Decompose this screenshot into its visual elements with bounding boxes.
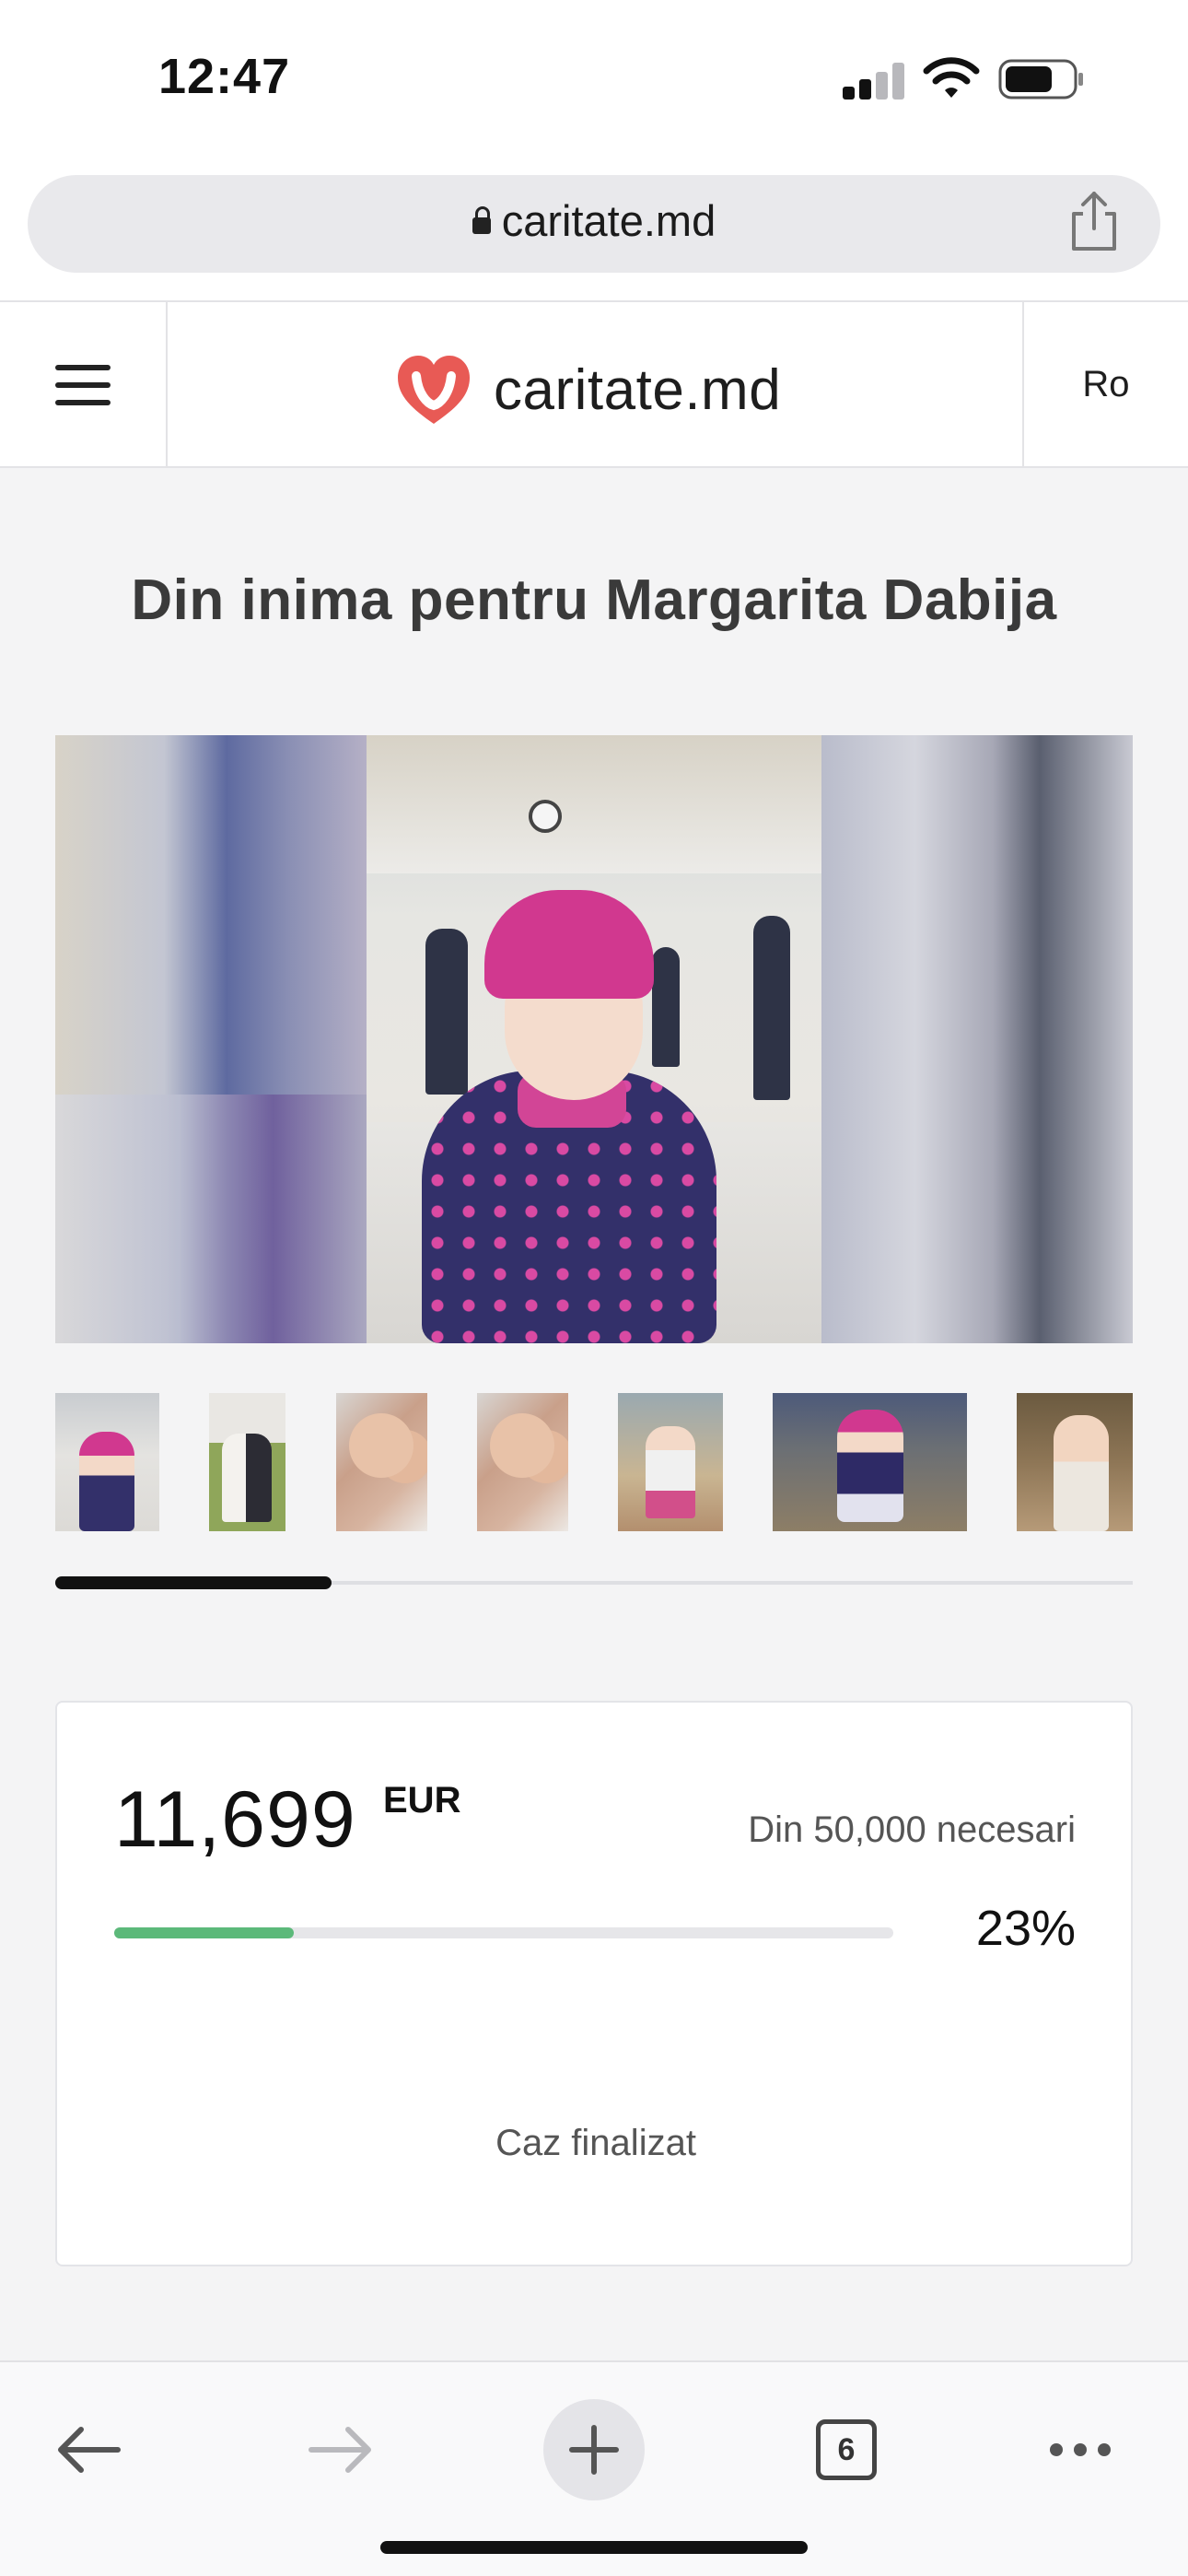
previous-photo-preview[interactable] [55,735,367,1343]
url-text: caritate.md [501,196,716,245]
raised-amount: 11,699 [114,1775,356,1864]
progress-bar-fill [114,1927,294,1938]
heart-logo-icon [398,356,470,424]
gallery-thumbnail[interactable] [209,1393,285,1531]
battery-icon [998,59,1083,100]
logo-text: caritate.md [494,357,782,422]
more-dots-icon [1050,2443,1111,2456]
clock-in-photo [529,800,562,833]
site-header: caritate.md Ro [0,300,1188,468]
share-icon[interactable] [1068,190,1120,252]
plus-icon [569,2425,619,2475]
new-tab-button[interactable] [543,2399,645,2500]
more-menu-button[interactable] [1030,2399,1131,2500]
home-indicator[interactable] [380,2541,808,2554]
hamburger-menu-button[interactable] [0,302,168,466]
main-photo[interactable] [367,735,821,1343]
gallery-thumbnail[interactable] [1017,1393,1133,1531]
page-title: Din inima pentru Margarita Dabija [131,568,1057,632]
gallery-thumbnail[interactable] [55,1393,159,1531]
back-arrow-icon [58,2427,121,2473]
status-time: 12:47 [158,49,291,104]
thumbnail-scrollbar-thumb[interactable] [55,1576,332,1589]
cellular-signal-icon [843,63,905,100]
gallery-thumbnail[interactable] [477,1393,568,1531]
currency-label: EUR [383,1780,461,1821]
gallery-thumbnail[interactable] [336,1393,427,1531]
goal-text: Din 50,000 necesari [748,1809,1076,1850]
tabs-button[interactable]: 6 [796,2399,897,2500]
case-status: Caz finalizat [495,2123,696,2163]
forward-button[interactable] [291,2399,392,2500]
tabs-icon: 6 [816,2419,877,2480]
url-field[interactable]: caritate.md [0,195,1188,246]
back-button[interactable] [37,2399,138,2500]
photo-gallery[interactable] [55,735,1133,1343]
gallery-thumbnail[interactable] [773,1393,967,1531]
browser-top-chrome: 12:47 caritate.md [0,0,1188,300]
lock-icon [472,206,491,234]
next-photo-preview[interactable] [821,735,1133,1343]
hamburger-menu-icon [55,365,111,370]
gallery-thumbnail[interactable] [618,1393,723,1531]
site-logo[interactable]: caritate.md [394,348,781,431]
donation-card: 11,699 EUR Din 50,000 necesari 23% Caz f… [55,1701,1133,2266]
forward-arrow-icon [309,2427,371,2473]
progress-percent: 23% [975,1901,1076,1956]
wifi-icon [923,57,980,98]
language-selector[interactable]: Ro [1022,302,1188,466]
tab-count: 6 [837,2431,856,2467]
